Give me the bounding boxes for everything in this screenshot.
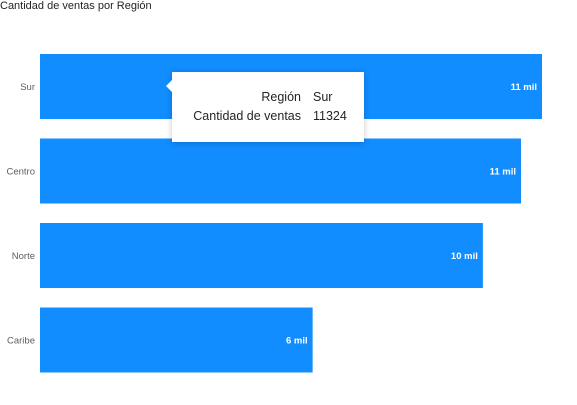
bar-chart: Sur 11 mil Centro 11 mil Norte 10 mil Caribe 6 … [6, 54, 542, 373]
tooltip: Región Sur Cantidad de ventas 11324 [166, 72, 364, 142]
bar-caribe[interactable] [40, 307, 313, 373]
tooltip-row: Cantidad de ventas 11324 [172, 109, 364, 127]
data-label: 10 mil [451, 251, 478, 262]
tooltip-key: Región [261, 90, 301, 104]
bar-centro[interactable] [40, 138, 521, 204]
tooltip-key: Cantidad de ventas [193, 109, 301, 123]
category-label: Centro [6, 167, 35, 178]
tooltip-value: 11324 [313, 109, 347, 123]
data-label: 6 mil [286, 336, 308, 347]
bar-norte[interactable] [40, 223, 483, 288]
data-label: 11 mil [490, 167, 516, 178]
category-label: Sur [20, 82, 35, 93]
category-label: Caribe [7, 336, 35, 347]
tooltip-row: Región Sur [172, 90, 364, 108]
tooltip-value: Sur [313, 90, 333, 104]
category-label: Norte [12, 251, 35, 262]
data-label: 11 mil [511, 82, 537, 93]
